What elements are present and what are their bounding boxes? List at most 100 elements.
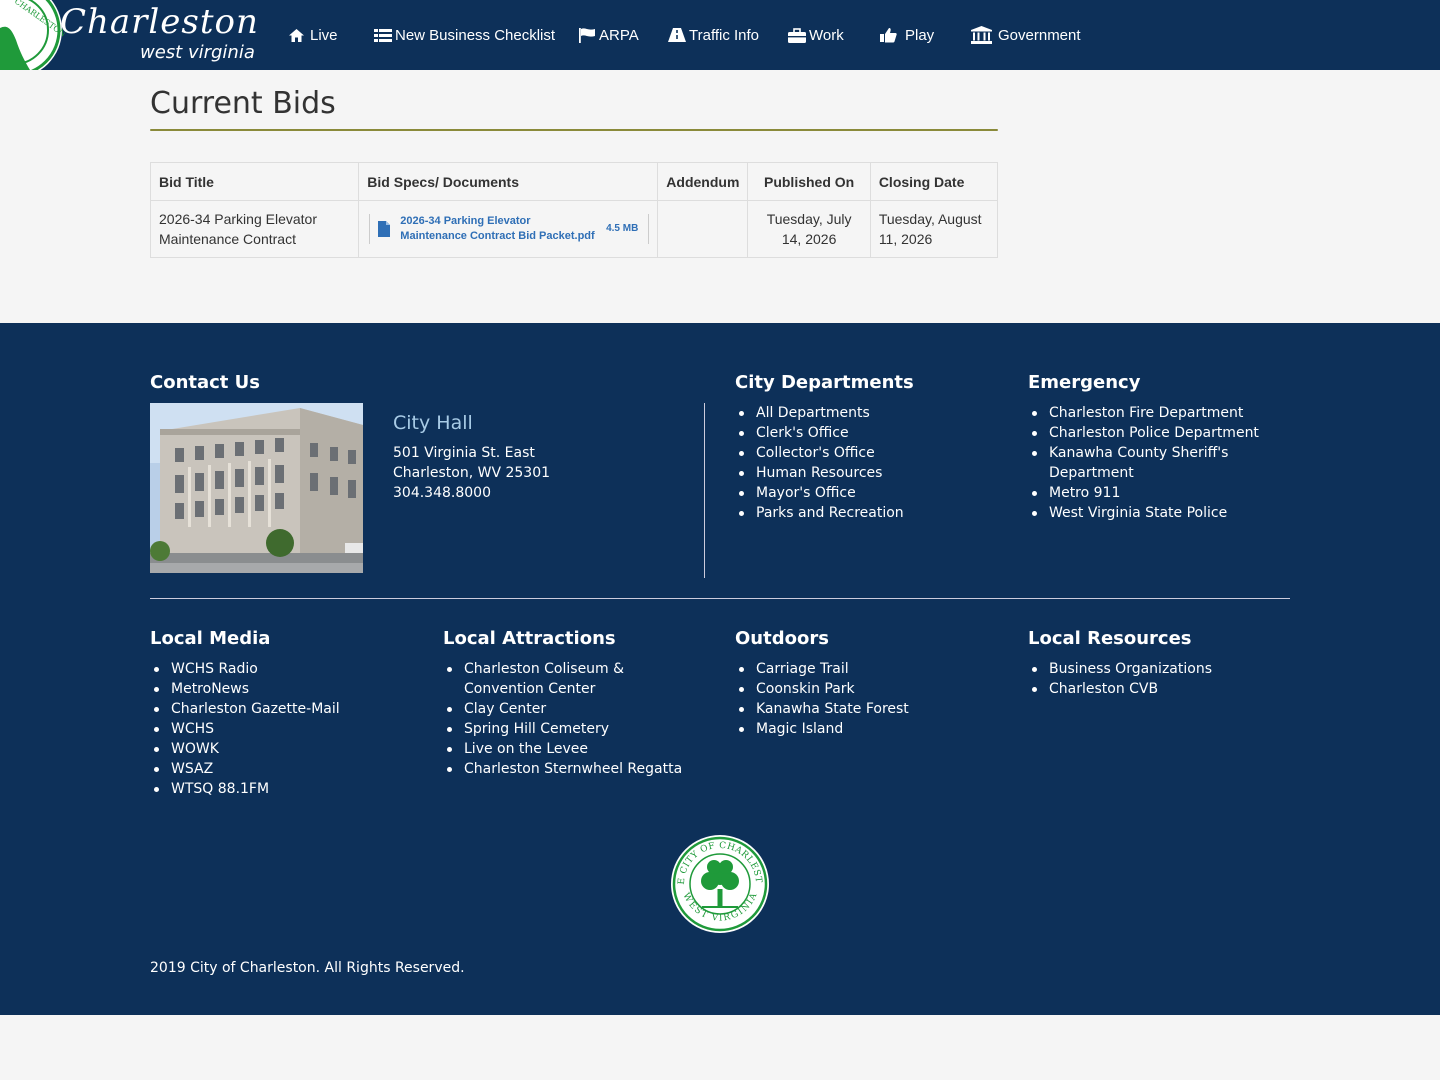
list-item[interactable]: Metro 911 (1028, 483, 1268, 503)
list-item[interactable]: Kanawha State Forest (735, 699, 995, 719)
nav-live[interactable]: Live (288, 0, 338, 70)
page-title: Current Bids (150, 86, 336, 121)
institution-icon (971, 26, 992, 44)
header-published-on: Published On (747, 162, 871, 201)
bid-addendum-cell (657, 200, 749, 258)
list-item[interactable]: Carriage Trail (735, 659, 995, 679)
bid-docs-cell: 2026-34 Parking Elevator Maintenance Con… (358, 200, 659, 258)
nav-arpa[interactable]: ARPA (578, 0, 639, 70)
contact-us-heading: Contact Us (150, 372, 261, 393)
city-seal-icon: CHARLESTON (0, 0, 66, 70)
list-item[interactable]: Parks and Recreation (735, 503, 995, 523)
flag-icon (579, 28, 595, 43)
city-departments-list: All Departments Clerk's Office Collector… (735, 403, 995, 523)
local-media-list: WCHS Radio MetroNews Charleston Gazette-… (150, 659, 410, 799)
road-icon (668, 28, 686, 42)
file-icon (378, 221, 391, 237)
list-item[interactable]: WTSQ 88.1FM (150, 779, 410, 799)
list-item[interactable]: All Departments (735, 403, 995, 423)
bids-table: Bid Title Bid Specs/ Documents Addendum … (149, 162, 999, 258)
local-attractions-list: Charleston Coliseum & Convention Center … (443, 659, 705, 779)
nav-new-business-checklist[interactable]: New Business Checklist (374, 0, 555, 70)
list-item[interactable]: West Virginia State Police (1028, 503, 1268, 523)
emergency-list: Charleston Fire Department Charleston Po… (1028, 403, 1268, 523)
city-departments-heading: City Departments (735, 372, 914, 393)
bid-document-name: 2026-34 Parking Elevator Maintenance Con… (400, 215, 595, 242)
city-hall-title[interactable]: City Hall (393, 412, 473, 434)
list-item[interactable]: Human Resources (735, 463, 995, 483)
list-icon (374, 28, 392, 42)
top-navigation-bar: CHARLESTON Charleston west virginia Live… (0, 0, 1440, 70)
list-item[interactable]: Charleston Fire Department (1028, 403, 1268, 423)
emergency-heading: Emergency (1028, 372, 1141, 393)
list-item[interactable]: Business Organizations (1028, 659, 1268, 679)
nav-arpa-label: ARPA (599, 26, 639, 44)
outdoors-list: Carriage Trail Coonskin Park Kanawha Sta… (735, 659, 995, 739)
nav-government[interactable]: Government (971, 0, 1081, 70)
list-item[interactable]: WCHS (150, 719, 410, 739)
list-item[interactable]: Collector's Office (735, 443, 995, 463)
nav-play[interactable]: Play (880, 0, 934, 70)
header-bid-specs: Bid Specs/ Documents (358, 162, 659, 201)
home-icon (289, 28, 304, 42)
site-footer: Contact Us City Hall 501 Virginia St. Ea… (0, 323, 1440, 1015)
nav-traffic-info[interactable]: Traffic Info (668, 0, 759, 70)
city-hall-photo (150, 403, 363, 573)
nav-work-label: Work (809, 26, 844, 44)
list-item[interactable]: WCHS Radio (150, 659, 410, 679)
table-row: 2026-34 Parking Elevator Maintenance Con… (149, 200, 999, 258)
list-item[interactable]: Charleston Police Department (1028, 423, 1268, 443)
list-item[interactable]: Charleston Gazette-Mail (150, 699, 410, 719)
copyright-text: 2019 City of Charleston. All Rights Rese… (150, 960, 465, 976)
bid-document-link[interactable]: 2026-34 Parking Elevator Maintenance Con… (369, 214, 650, 244)
local-resources-heading: Local Resources (1028, 628, 1192, 649)
nav-government-label: Government (998, 26, 1081, 44)
list-item[interactable]: Spring Hill Cemetery (443, 719, 705, 739)
list-item[interactable]: Charleston CVB (1028, 679, 1268, 699)
header-bid-title: Bid Title (149, 162, 360, 201)
list-item[interactable]: Clay Center (443, 699, 705, 719)
address-city: Charleston, WV 25301 (393, 465, 551, 481)
list-item[interactable]: Kanawha County Sheriff's Department (1028, 443, 1268, 483)
site-logo-text[interactable]: Charleston west virginia (60, 2, 259, 63)
title-divider (150, 129, 998, 131)
list-item[interactable]: WOWK (150, 739, 410, 759)
bid-document-size: 4.5 MB (606, 223, 639, 234)
nav-play-label: Play (905, 26, 935, 44)
list-item[interactable]: Mayor's Office (735, 483, 995, 503)
city-seal-logo[interactable]: CHARLESTON (0, 0, 66, 70)
list-item[interactable]: Charleston Coliseum & Convention Center (443, 659, 705, 699)
local-resources-list: Business Organizations Charleston CVB (1028, 659, 1268, 699)
city-seal-icon: THE CITY OF CHARLESTON WEST VIRGINIA (666, 827, 769, 933)
header-closing-date: Closing Date (869, 162, 999, 201)
local-media-heading: Local Media (150, 628, 271, 649)
list-item[interactable]: Live on the Levee (443, 739, 705, 759)
nav-live-label: Live (310, 26, 338, 44)
footer-horizontal-divider (150, 598, 1290, 599)
local-attractions-heading: Local Attractions (443, 628, 616, 649)
bid-title-cell: 2026-34 Parking Elevator Maintenance Con… (149, 200, 360, 258)
list-item[interactable]: MetroNews (150, 679, 410, 699)
contact-vertical-divider (704, 403, 705, 578)
bid-published-cell: Tuesday, July 14, 2026 (747, 200, 871, 258)
bid-closing-cell: Tuesday, August 11, 2026 (869, 200, 999, 258)
address-phone[interactable]: 304.348.8000 (393, 483, 550, 503)
city-seal-footer: THE CITY OF CHARLESTON WEST VIRGINIA (666, 827, 770, 934)
list-item[interactable]: Charleston Sternwheel Regatta (443, 759, 705, 779)
nav-work[interactable]: Work (788, 0, 844, 70)
list-item[interactable]: Magic Island (735, 719, 995, 739)
nav-traffic-label: Traffic Info (689, 26, 760, 44)
thumbs-up-icon (880, 28, 897, 43)
briefcase-icon (788, 27, 806, 43)
header-addendum: Addendum (657, 162, 749, 201)
logo-state-name: west virginia (140, 42, 255, 63)
nav-new-business-label: New Business Checklist (395, 26, 556, 44)
table-header-row: Bid Title Bid Specs/ Documents Addendum … (149, 162, 999, 201)
logo-city-name: Charleston (60, 2, 259, 42)
address-street: 501 Virginia St. East (393, 445, 535, 461)
outdoors-heading: Outdoors (735, 628, 829, 649)
list-item[interactable]: WSAZ (150, 759, 410, 779)
list-item[interactable]: Coonskin Park (735, 679, 995, 699)
list-item[interactable]: Clerk's Office (735, 423, 995, 443)
city-hall-address: 501 Virginia St. East Charleston, WV 253… (393, 443, 550, 503)
